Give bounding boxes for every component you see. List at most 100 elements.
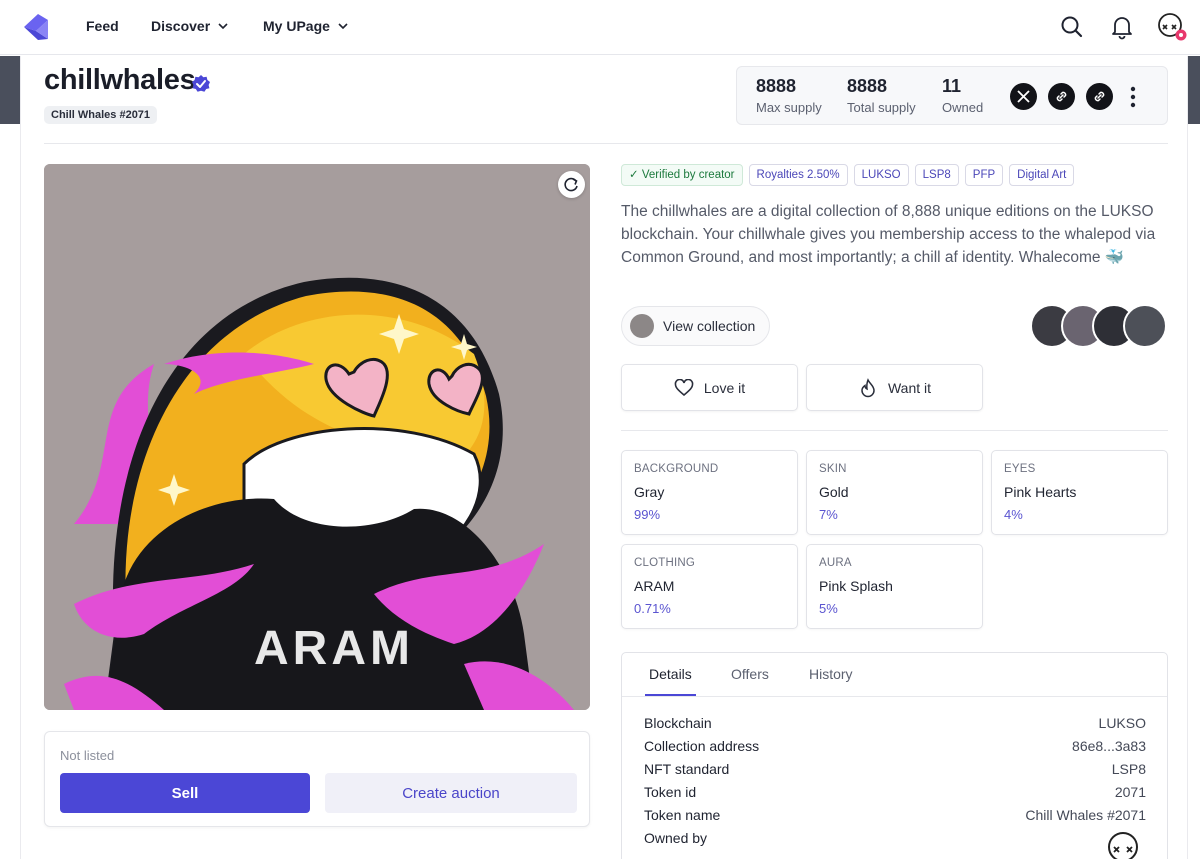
stat-owned: 11 Owned bbox=[942, 76, 983, 115]
owner-avatar[interactable] bbox=[1106, 830, 1140, 859]
top-navigation: Feed Discover My UPage bbox=[0, 0, 1200, 55]
tag-standard[interactable]: LSP8 bbox=[914, 164, 959, 186]
tag-category[interactable]: Digital Art bbox=[1009, 164, 1075, 186]
nav-discover-label: Discover bbox=[151, 18, 211, 34]
stat-value: 8888 bbox=[756, 76, 797, 96]
tab-offers[interactable]: Offers bbox=[731, 666, 769, 682]
chevron-down-icon bbox=[218, 23, 228, 30]
supply-stats: 8888 Max supply 8888 Total supply 11 Own… bbox=[736, 66, 1168, 125]
detail-key: Blockchain bbox=[644, 715, 712, 731]
tabs-divider bbox=[622, 696, 1167, 697]
trait-rarity: 0.71% bbox=[634, 601, 671, 616]
want-it-button[interactable]: Want it bbox=[806, 364, 983, 411]
token-label: Chill Whales #2071 bbox=[44, 106, 158, 124]
create-auction-button[interactable]: Create auction bbox=[325, 773, 577, 813]
stat-label: Total supply bbox=[847, 100, 916, 115]
stat-label: Max supply bbox=[756, 100, 822, 115]
detail-key: Collection address bbox=[644, 738, 760, 754]
more-vertical-icon[interactable] bbox=[1129, 85, 1137, 109]
chevron-down-icon bbox=[338, 23, 348, 30]
trait-value: ARAM bbox=[634, 578, 675, 594]
flame-icon bbox=[861, 377, 875, 397]
collection-description: The chillwhales are a digital collection… bbox=[621, 203, 1156, 266]
tag-blockchain[interactable]: LUKSO bbox=[853, 164, 909, 186]
bell-icon[interactable] bbox=[1109, 14, 1135, 40]
trait-key: AURA bbox=[819, 557, 852, 569]
tag-list: ✓ Verified by creator Royalties 2.50% LU… bbox=[621, 164, 1075, 186]
app-logo-icon[interactable] bbox=[20, 11, 52, 43]
rotate-artwork-button[interactable] bbox=[558, 171, 585, 198]
owner-avatars bbox=[1030, 304, 1170, 348]
tab-details[interactable]: Details bbox=[649, 666, 692, 682]
details-panel: Details Offers History Blockchain LUKSO … bbox=[621, 652, 1168, 859]
trait-value: Gold bbox=[819, 484, 849, 500]
listing-status: Not listed bbox=[60, 748, 115, 763]
sale-card: Not listed Sell Create auction bbox=[44, 731, 590, 827]
verified-badge-icon bbox=[192, 75, 210, 92]
nav-feed[interactable]: Feed bbox=[86, 18, 119, 34]
tab-history[interactable]: History bbox=[809, 666, 853, 682]
heart-icon bbox=[674, 378, 694, 396]
hoodie-text: ARAM bbox=[254, 622, 414, 675]
detail-key: Token name bbox=[644, 807, 721, 823]
section-divider bbox=[621, 430, 1168, 431]
trait-key: SKIN bbox=[819, 463, 847, 475]
trait-card[interactable]: CLOTHING ARAM 0.71% bbox=[621, 544, 798, 629]
search-icon[interactable] bbox=[1059, 14, 1085, 40]
nav-my-upage[interactable]: My UPage bbox=[263, 18, 350, 34]
avatar[interactable] bbox=[1123, 304, 1167, 348]
love-it-label: Love it bbox=[703, 379, 746, 396]
tag-category[interactable]: PFP bbox=[964, 164, 1004, 186]
trait-value: Gray bbox=[634, 484, 665, 500]
profile-avatar[interactable] bbox=[1157, 11, 1187, 41]
detail-value: LSP8 bbox=[1111, 761, 1146, 777]
trait-card[interactable]: AURA Pink Splash 5% bbox=[806, 544, 983, 629]
detail-value: LUKSO bbox=[1098, 715, 1146, 731]
stat-value: 11 bbox=[942, 76, 962, 96]
x-icon bbox=[1017, 90, 1030, 103]
detail-key: Owned by bbox=[644, 830, 708, 846]
header-divider bbox=[44, 143, 1168, 144]
trait-rarity: 99% bbox=[634, 507, 661, 522]
trait-value: Pink Splash bbox=[819, 578, 893, 594]
stat-label: Owned bbox=[942, 100, 984, 115]
link-icon bbox=[1094, 91, 1105, 102]
trait-rarity: 4% bbox=[1004, 507, 1023, 522]
trait-key: CLOTHING bbox=[634, 557, 696, 569]
stat-value: 8888 bbox=[847, 76, 888, 96]
detail-key: NFT standard bbox=[644, 761, 730, 777]
detail-value: 2071 bbox=[1114, 784, 1146, 800]
link-icon bbox=[1056, 91, 1067, 102]
rotate-icon bbox=[564, 177, 578, 192]
nft-artwork: ARAM bbox=[44, 164, 590, 710]
trait-rarity: 7% bbox=[819, 507, 838, 522]
collection-address-link[interactable]: 86e8...3a83 bbox=[1072, 738, 1146, 754]
tag-verified: ✓ Verified by creator bbox=[621, 164, 743, 186]
view-collection-button[interactable]: View collection bbox=[621, 306, 771, 346]
sell-button[interactable]: Sell bbox=[60, 773, 310, 813]
x-social-button[interactable] bbox=[1010, 83, 1037, 110]
website-link-button[interactable] bbox=[1048, 83, 1075, 110]
view-collection-label: View collection bbox=[663, 318, 756, 334]
trait-value: Pink Hearts bbox=[1004, 484, 1077, 500]
stat-max-supply: 8888 Max supply bbox=[756, 76, 822, 115]
trait-rarity: 5% bbox=[819, 601, 838, 616]
want-it-label: Want it bbox=[887, 379, 932, 396]
detail-value: Chill Whales #2071 bbox=[1025, 807, 1146, 823]
page-title: chillwhales bbox=[44, 64, 196, 96]
nav-feed-label: Feed bbox=[86, 18, 119, 34]
nav-my-upage-label: My UPage bbox=[263, 18, 330, 34]
external-link-button[interactable] bbox=[1086, 83, 1113, 110]
collection-thumbnail bbox=[630, 314, 654, 338]
trait-key: EYES bbox=[1004, 463, 1036, 475]
trait-key: BACKGROUND bbox=[634, 463, 719, 475]
love-it-button[interactable]: Love it bbox=[621, 364, 798, 411]
stat-total-supply: 8888 Total supply bbox=[847, 76, 916, 115]
detail-key: Token id bbox=[644, 784, 697, 800]
banner-strip-left bbox=[0, 56, 22, 124]
nav-discover[interactable]: Discover bbox=[151, 18, 230, 34]
trait-card[interactable]: SKIN Gold 7% bbox=[806, 450, 983, 535]
trait-card[interactable]: EYES Pink Hearts 4% bbox=[991, 450, 1168, 535]
trait-card[interactable]: BACKGROUND Gray 99% bbox=[621, 450, 798, 535]
tag-royalties: Royalties 2.50% bbox=[748, 164, 848, 186]
